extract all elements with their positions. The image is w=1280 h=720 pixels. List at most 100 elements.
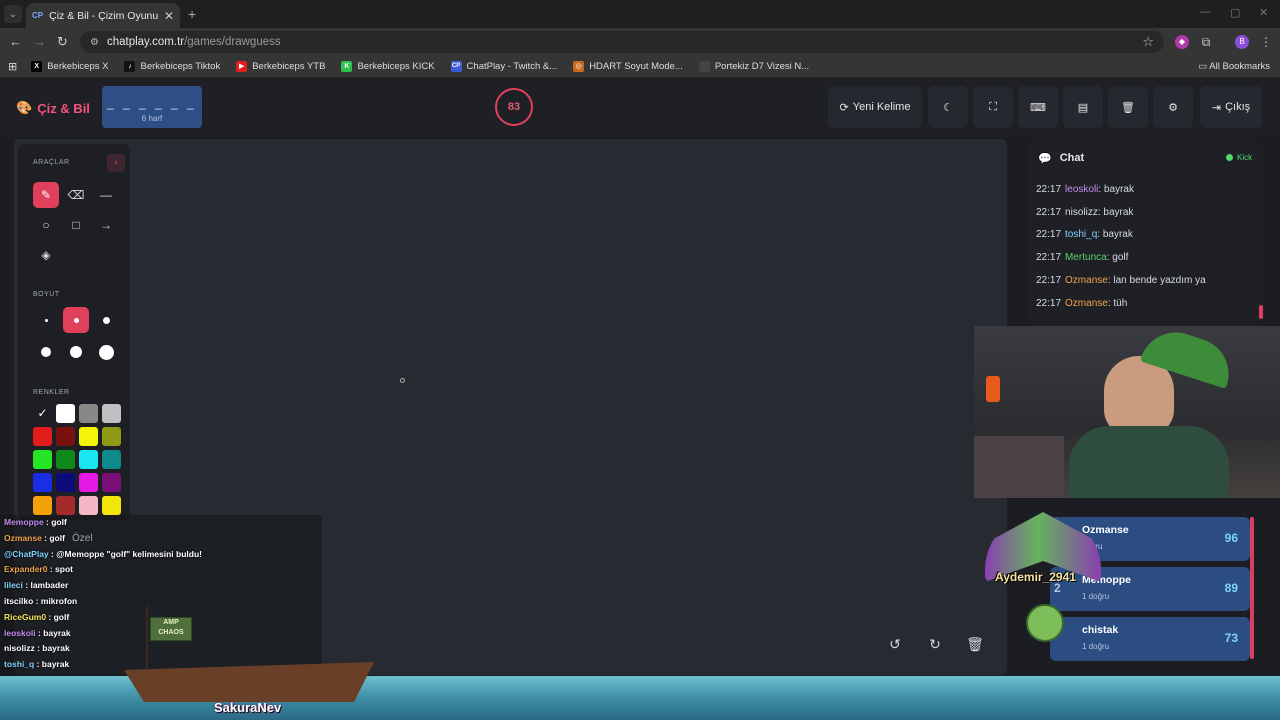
bookmark-item[interactable]: K Berkebiceps KICK xyxy=(333,61,442,72)
browser-tab[interactable]: CP Çiz & Bil - Çizim Oyunu ✕ xyxy=(26,3,180,28)
chat-text: : bayrak xyxy=(1097,229,1133,241)
chat-user[interactable]: Ozmanse xyxy=(1065,275,1108,286)
trash-icon: 🗑 xyxy=(1121,101,1135,114)
color-swatch[interactable] xyxy=(102,404,121,423)
color-swatch[interactable] xyxy=(102,496,121,515)
bookmark-item[interactable]: X Berkebiceps X xyxy=(23,61,116,72)
color-swatch[interactable] xyxy=(79,496,98,515)
chat-message: 22:17 leoskoli: bayrak xyxy=(1036,184,1134,195)
chat-message: 22:17 toshi_q: bayrak xyxy=(1036,229,1133,240)
color-swatch[interactable] xyxy=(56,427,75,446)
minimize-icon[interactable]: — xyxy=(1200,6,1211,18)
overlay-chat-line: Expander0 : spot xyxy=(4,564,73,574)
new-word-label: Yeni Kelime xyxy=(852,101,911,113)
back-icon[interactable]: ← xyxy=(9,34,22,49)
tab-search-icon[interactable]: ⌄ xyxy=(4,5,22,23)
round-timer: 83 xyxy=(495,88,533,126)
color-swatch[interactable] xyxy=(102,427,121,446)
chat-user[interactable]: nisolizz xyxy=(1065,207,1098,218)
bookmark-item[interactable]: ▶ Berkebiceps YTB xyxy=(228,61,333,72)
chat-time: 22:17 xyxy=(1036,184,1062,195)
chat-user[interactable]: leoskoli xyxy=(1065,184,1098,195)
overlay-text: : @Memoppe "golf" kelimesini buldu! xyxy=(48,548,202,559)
collapse-panel-button[interactable]: ‹ xyxy=(107,154,125,172)
clear-canvas-button[interactable]: 🗑 xyxy=(962,631,988,657)
app-logo[interactable]: 🎨 Çiz & Bil xyxy=(16,100,90,116)
url-field[interactable]: ⚙ chatplay.com.tr/games/drawguess ☆ xyxy=(80,31,1164,53)
size-option-xxl[interactable] xyxy=(93,339,119,365)
rectangle-tool[interactable]: □ xyxy=(63,212,89,238)
extension-icon[interactable]: ◆ xyxy=(1175,35,1189,49)
kick-label: Kick xyxy=(1237,153,1253,162)
chat-scrollbar[interactable] xyxy=(1259,305,1263,319)
archive-button[interactable]: ▤ xyxy=(1063,86,1103,128)
profile-avatar[interactable]: B xyxy=(1235,35,1249,49)
color-swatch[interactable] xyxy=(102,473,121,492)
size-option-s[interactable] xyxy=(63,307,89,333)
extensions-puzzle-icon[interactable]: ⧉ xyxy=(1199,35,1213,49)
delete-button[interactable]: 🗑 xyxy=(1108,86,1148,128)
color-swatch[interactable] xyxy=(56,450,75,469)
overlay-chat-line: lileci : lambader xyxy=(4,580,68,590)
leaderboard-scrollbar[interactable] xyxy=(1250,517,1254,659)
undo-button[interactable]: ↺ xyxy=(882,631,908,657)
bookmark-item[interactable]: CP ChatPlay - Twitch &... xyxy=(443,61,566,72)
size-option-m[interactable] xyxy=(93,307,119,333)
size-option-l[interactable] xyxy=(33,339,59,365)
reload-icon[interactable]: ↻ xyxy=(57,34,68,50)
browser-menu-icon[interactable]: ⋮ xyxy=(1259,35,1273,49)
chatplay-favicon-icon: CP xyxy=(32,11,44,20)
brush-tool[interactable]: ✎ xyxy=(33,182,59,208)
circle-tool[interactable]: ○ xyxy=(33,212,59,238)
eraser-icon: ⌫ xyxy=(67,188,85,202)
eraser-tool[interactable]: ⌫ xyxy=(63,182,89,208)
color-swatch[interactable]: ✓ xyxy=(33,404,52,423)
chat-user[interactable]: Ozmanse xyxy=(1065,298,1108,309)
chat-user[interactable]: toshi_q xyxy=(1065,229,1097,240)
bookmark-star-icon[interactable]: ☆ xyxy=(1142,34,1154,50)
chat-user[interactable]: Mertunca xyxy=(1065,252,1107,263)
color-swatch[interactable] xyxy=(102,450,121,469)
overlay-user: Memoppe xyxy=(4,517,44,527)
keyboard-button[interactable]: ⌨ xyxy=(1018,86,1058,128)
bookmark-item[interactable]: ♪ Berkebiceps Tiktok xyxy=(116,61,228,72)
arrow-tool[interactable]: → xyxy=(93,212,119,238)
color-swatch[interactable] xyxy=(33,427,52,446)
apps-grid-icon[interactable]: ⊞ xyxy=(6,60,23,73)
player-score: 96 xyxy=(1224,531,1238,545)
word-letter-count: 6 harf xyxy=(141,114,163,123)
overlay-chat-line: leoskoli : bayrak xyxy=(4,628,71,638)
line-tool[interactable]: — xyxy=(93,182,119,208)
color-swatch[interactable] xyxy=(33,450,52,469)
theme-toggle-button[interactable]: ☾ xyxy=(928,86,968,128)
color-swatch[interactable] xyxy=(56,473,75,492)
close-window-icon[interactable]: ✕ xyxy=(1259,6,1268,19)
color-swatch[interactable] xyxy=(79,427,98,446)
color-swatch[interactable] xyxy=(79,450,98,469)
bookmark-label: Berkebiceps X xyxy=(47,61,109,72)
color-swatch[interactable] xyxy=(56,496,75,515)
settings-button[interactable]: ⚙ xyxy=(1153,86,1193,128)
site-info-icon[interactable]: ⚙ xyxy=(90,37,99,48)
color-swatch[interactable] xyxy=(33,496,52,515)
size-option-xs[interactable] xyxy=(33,307,59,333)
bookmark-item[interactable]: Portekiz D7 Vizesi N... xyxy=(691,61,817,72)
new-tab-icon[interactable]: + xyxy=(188,6,196,22)
color-swatch[interactable] xyxy=(79,473,98,492)
color-swatch[interactable] xyxy=(56,404,75,423)
fill-tool[interactable]: ◈ xyxy=(33,242,59,268)
all-bookmarks-button[interactable]: ▭ All Bookmarks xyxy=(1198,61,1270,72)
fullscreen-button[interactable]: ⛶ xyxy=(973,86,1013,128)
new-word-button[interactable]: ⟳ Yeni Kelime xyxy=(828,86,922,128)
bookmark-item[interactable]: ◎ HDART Soyut Mode... xyxy=(565,61,691,72)
redo-button[interactable]: ↻ xyxy=(922,631,948,657)
exit-button[interactable]: ⇥ Çıkış xyxy=(1200,86,1262,128)
color-swatch[interactable] xyxy=(33,473,52,492)
size-option-xl[interactable] xyxy=(63,339,89,365)
close-tab-icon[interactable]: ✕ xyxy=(164,9,174,23)
color-swatch[interactable] xyxy=(79,404,98,423)
maximize-icon[interactable]: ▢ xyxy=(1230,6,1240,19)
forward-icon[interactable]: → xyxy=(33,34,46,49)
overlay-text: : golf xyxy=(41,532,65,543)
overlay-chat-line: Memoppe : golf xyxy=(4,517,67,527)
